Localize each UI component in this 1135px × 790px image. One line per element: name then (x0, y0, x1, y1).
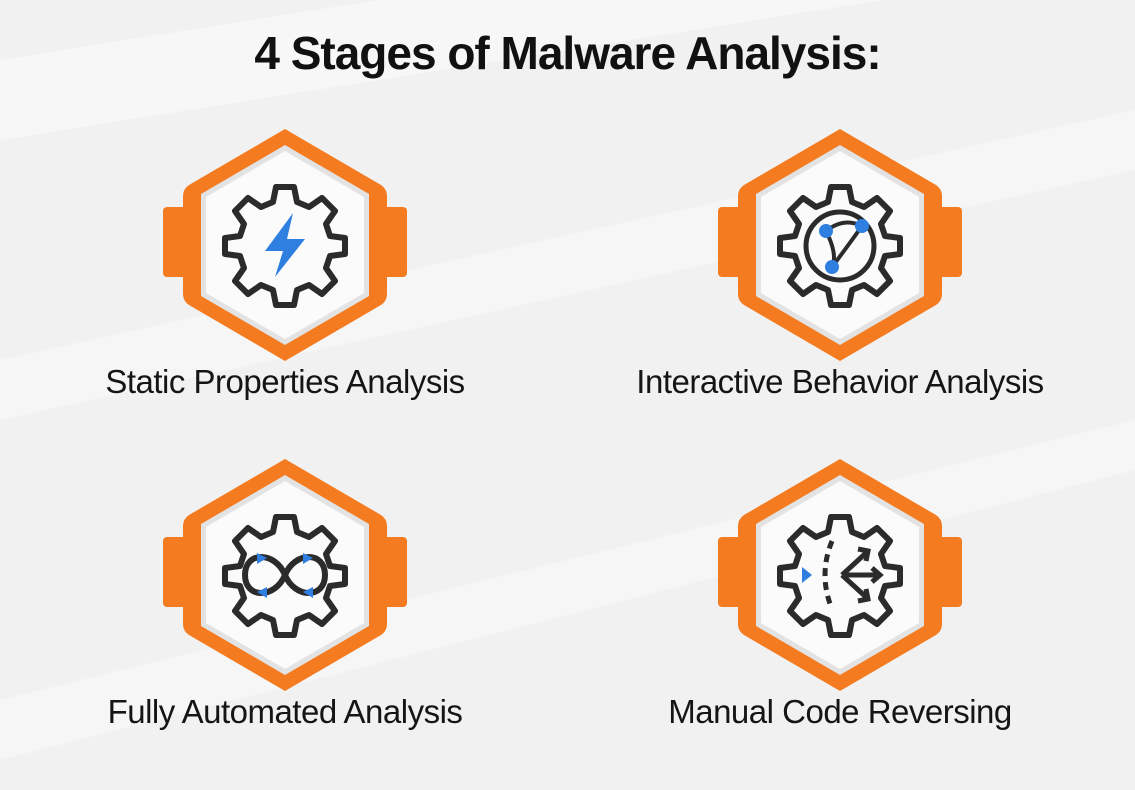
stage-interactive-behavior: Interactive Behavior Analysis (620, 125, 1060, 445)
stage-fully-automated: Fully Automated Analysis (65, 455, 505, 775)
stage-badge (163, 459, 407, 691)
stage-badge (718, 129, 962, 361)
stage-label: Fully Automated Analysis (107, 693, 463, 730)
page-title: 4 Stages of Malware Analysis: (254, 27, 881, 79)
stage-label: Interactive Behavior Analysis (636, 363, 1044, 400)
stage-static-properties: Static Properties Analysis (65, 125, 505, 445)
stage-badge (718, 459, 962, 691)
stage-badge (163, 129, 407, 361)
stage-label: Manual Code Reversing (668, 693, 1012, 730)
stage-label: Static Properties Analysis (105, 363, 465, 400)
stage-manual-code-reversing: Manual Code Reversing (620, 455, 1060, 775)
